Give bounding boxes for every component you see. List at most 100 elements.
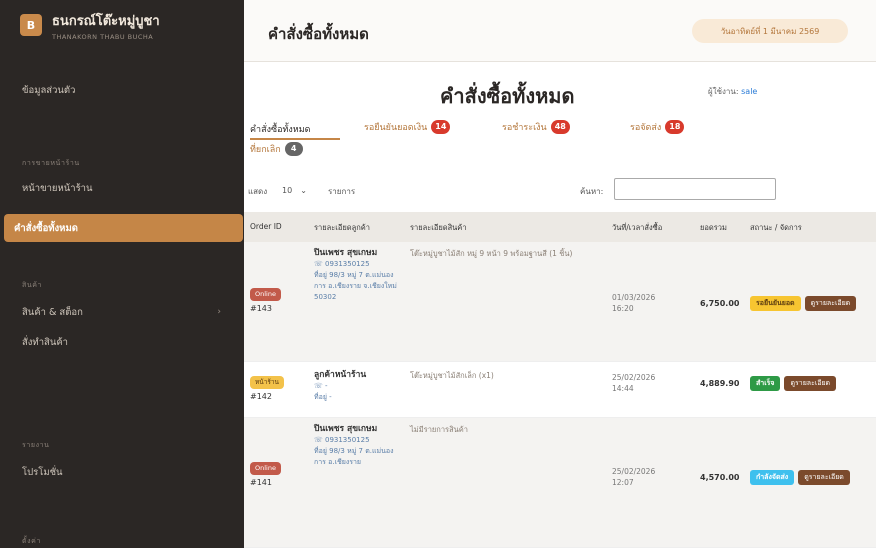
channel-badge: หน้าร้าน <box>250 376 284 389</box>
sidebar-item-profile[interactable]: ข้อมูลส่วนตัว <box>12 76 251 104</box>
customer-address: ที่อยู่ 98/3 หมู่ 7 ต.แม่นองการ อ.เชียงร… <box>314 271 397 301</box>
sidebar-item-orders[interactable]: คำสั่งซื้อทั้งหมด <box>4 214 243 242</box>
column-header[interactable]: Order ID <box>250 222 282 231</box>
page-size-value: 10 <box>282 185 293 195</box>
table-row[interactable]: Online #143 ปินเพชร สุขเกษม ☏ 0931350125… <box>244 242 876 362</box>
tab-label: คำสั่งซื้อทั้งหมด <box>250 125 311 135</box>
customer-name: ปินเพชร สุขเกษม <box>314 424 378 434</box>
table-row[interactable]: หน้าร้าน #142 ลูกค้าหน้าร้าน ☏ - ที่อยู่… <box>244 362 876 418</box>
status-cell: สำเร็จ ดูรายละเอียด <box>750 376 837 391</box>
sidebar-item-label: ข้อมูลส่วนตัว <box>22 84 76 96</box>
product-cell: โต๊ะหมู่บูชาไม้สักเล็ก (x1) <box>410 371 494 380</box>
order-total: 4,889.90 <box>700 379 740 388</box>
sidebar-item-products[interactable]: สินค้า & สต็อก › <box>12 298 251 326</box>
tab-label: ที่ยกเลิก <box>250 145 281 155</box>
column-header[interactable]: ยอดรวม <box>700 222 727 234</box>
current-user-label: ผู้ใช้งาน: <box>708 87 739 96</box>
view-details-button[interactable]: ดูรายละเอียด <box>804 296 857 311</box>
status-cell: กำลังจัดส่ง ดูรายละเอียด <box>750 470 850 485</box>
sidebar-item-promotion[interactable]: โปรโมชั่น <box>12 458 251 486</box>
sidebar: B ธนกรณ์โต๊ะหมู่บูชา THANAKORN THABU BUC… <box>0 0 244 548</box>
page-size-select[interactable]: 10 ⌄ <box>276 180 320 200</box>
page-title: คำสั่งซื้อทั้งหมด <box>440 84 575 108</box>
page-size-label: แสดง <box>248 187 268 196</box>
table-row[interactable]: Online #141 ปินเพชร สุขเกษม ☏ 0931350125… <box>244 418 876 548</box>
order-number[interactable]: #142 <box>250 391 284 402</box>
tab-all-orders[interactable]: คำสั่งซื้อทั้งหมด <box>250 122 311 136</box>
current-user-name: sale <box>741 87 758 96</box>
brand-subtitle: THANAKORN THABU BUCHA <box>52 32 154 41</box>
order-date: 25/02/2026 <box>612 467 656 476</box>
order-time: 12:07 <box>612 478 634 487</box>
status-badge: สำเร็จ <box>750 376 781 391</box>
status-cell: รอยืนยันยอด ดูรายละเอียด <box>750 296 857 311</box>
customer-cell: ปินเพชร สุขเกษม ☏ 0931350125 ที่อยู่ 98/… <box>314 248 402 303</box>
status-badge: รอยืนยันยอด <box>750 296 801 311</box>
sidebar-item-label: คำสั่งซื้อทั้งหมด <box>14 222 78 234</box>
main-content: คำสั่งซื้อทั้งหมด ผู้ใช้งาน: sale คำสั่ง… <box>244 62 876 548</box>
tab-label: รอชำระเงิน <box>502 123 547 133</box>
view-details-button[interactable]: ดูรายละเอียด <box>798 470 850 485</box>
page-size-unit: รายการ <box>328 187 356 196</box>
sidebar-section-settings: ตั้งค่า <box>22 537 41 545</box>
date-badge: วันอาทิตย์ที่ 1 มีนาคม 2569 <box>692 19 848 43</box>
phone-number: - <box>324 382 328 390</box>
column-header[interactable]: รายละเอียดสินค้า <box>410 222 467 234</box>
order-number[interactable]: #141 <box>250 477 281 488</box>
order-date: 25/02/2026 <box>612 373 656 382</box>
order-total: 4,570.00 <box>700 473 740 482</box>
customer-address: ที่อยู่ 98/3 หมู่ 7 ต.แม่นองการ อ.เชียงร… <box>314 447 394 466</box>
column-header[interactable]: สถานะ / จัดการ <box>750 222 802 234</box>
sidebar-item-pos[interactable]: หน้าขายหน้าร้าน <box>12 174 251 202</box>
channel-badge: Online <box>250 462 281 475</box>
order-tabs: คำสั่งซื้อทั้งหมด รอยืนยันยอดเงิน 14 รอช… <box>244 116 804 170</box>
count-badge: 14 <box>431 120 451 134</box>
order-datetime: 25/02/2026 14:44 <box>612 372 655 394</box>
search-input[interactable] <box>614 178 776 200</box>
customer-cell: ปินเพชร สุขเกษม ☏ 0931350125 ที่อยู่ 98/… <box>314 424 402 468</box>
table-header: Order ID รายละเอียดลูกค้า รายละเอียดสินค… <box>244 212 876 242</box>
channel-badge: Online <box>250 288 281 301</box>
active-tab-indicator <box>250 138 340 140</box>
customer-phone[interactable]: ☏ 0931350125 <box>314 259 402 270</box>
order-time: 16:20 <box>612 304 634 313</box>
order-datetime: 01/03/2026 16:20 <box>612 292 655 314</box>
search-label: ค้นหา: <box>580 187 604 196</box>
order-date: 01/03/2026 <box>612 293 656 302</box>
count-badge: 4 <box>284 142 303 156</box>
product-cell: โต๊ะหมู่บูชาไม้สัก หมู่ 9 หน้า 9 พร้อมฐา… <box>410 249 573 258</box>
order-id-cell: หน้าร้าน #142 <box>250 376 284 402</box>
sidebar-item-label: สั่งทำสินค้า <box>22 336 69 348</box>
brand[interactable]: B ธนกรณ์โต๊ะหมู่บูชา THANAKORN THABU BUC… <box>0 0 244 50</box>
table-controls: แสดง 10 ⌄ รายการ ค้นหา: <box>244 178 804 204</box>
customer-phone[interactable]: ☏ 0931350125 <box>314 435 402 446</box>
tab-cancelled[interactable]: ที่ยกเลิก 4 <box>250 142 303 156</box>
sidebar-section-reports: รายงาน <box>22 441 50 449</box>
sidebar-section-products: สินค้า <box>22 281 43 289</box>
sidebar-item-custom[interactable]: สั่งทำสินค้า <box>12 328 251 356</box>
order-total: 6,750.00 <box>700 299 740 308</box>
tab-label: รอจัดส่ง <box>630 123 662 133</box>
column-header[interactable]: วันที่/เวลาสั่งซื้อ <box>612 222 662 234</box>
phone-number: 0931350125 <box>324 260 370 268</box>
topbar-title: คำสั่งซื้อทั้งหมด <box>268 25 369 43</box>
sidebar-item-label: หน้าขายหน้าร้าน <box>22 182 93 194</box>
orders-table: Order ID รายละเอียดลูกค้า รายละเอียดสินค… <box>244 212 876 548</box>
chevron-right-icon: › <box>217 307 221 317</box>
tab-pending-confirm[interactable]: รอยืนยันยอดเงิน 14 <box>364 120 451 134</box>
order-number[interactable]: #143 <box>250 303 281 314</box>
phone-number: 0931350125 <box>324 436 370 444</box>
view-details-button[interactable]: ดูรายละเอียด <box>784 376 837 391</box>
tab-pending-shipment[interactable]: รอจัดส่ง 18 <box>630 120 685 134</box>
customer-address: ที่อยู่ - <box>314 393 332 401</box>
product-cell: ไม่มีรายการสินค้า <box>410 425 469 434</box>
customer-name: ลูกค้าหน้าร้าน <box>314 370 367 380</box>
tab-pending-payment[interactable]: รอชำระเงิน 48 <box>502 120 570 134</box>
topbar: คำสั่งซื้อทั้งหมด วันอาทิตย์ที่ 1 มีนาคม… <box>244 0 876 62</box>
sidebar-section-pos: การขายหน้าร้าน <box>22 159 80 167</box>
brand-logo: B <box>20 14 42 36</box>
order-datetime: 25/02/2026 12:07 <box>612 466 655 488</box>
count-badge: 48 <box>550 120 570 134</box>
sidebar-item-label: โปรโมชั่น <box>22 466 63 478</box>
column-header[interactable]: รายละเอียดลูกค้า <box>314 222 370 234</box>
